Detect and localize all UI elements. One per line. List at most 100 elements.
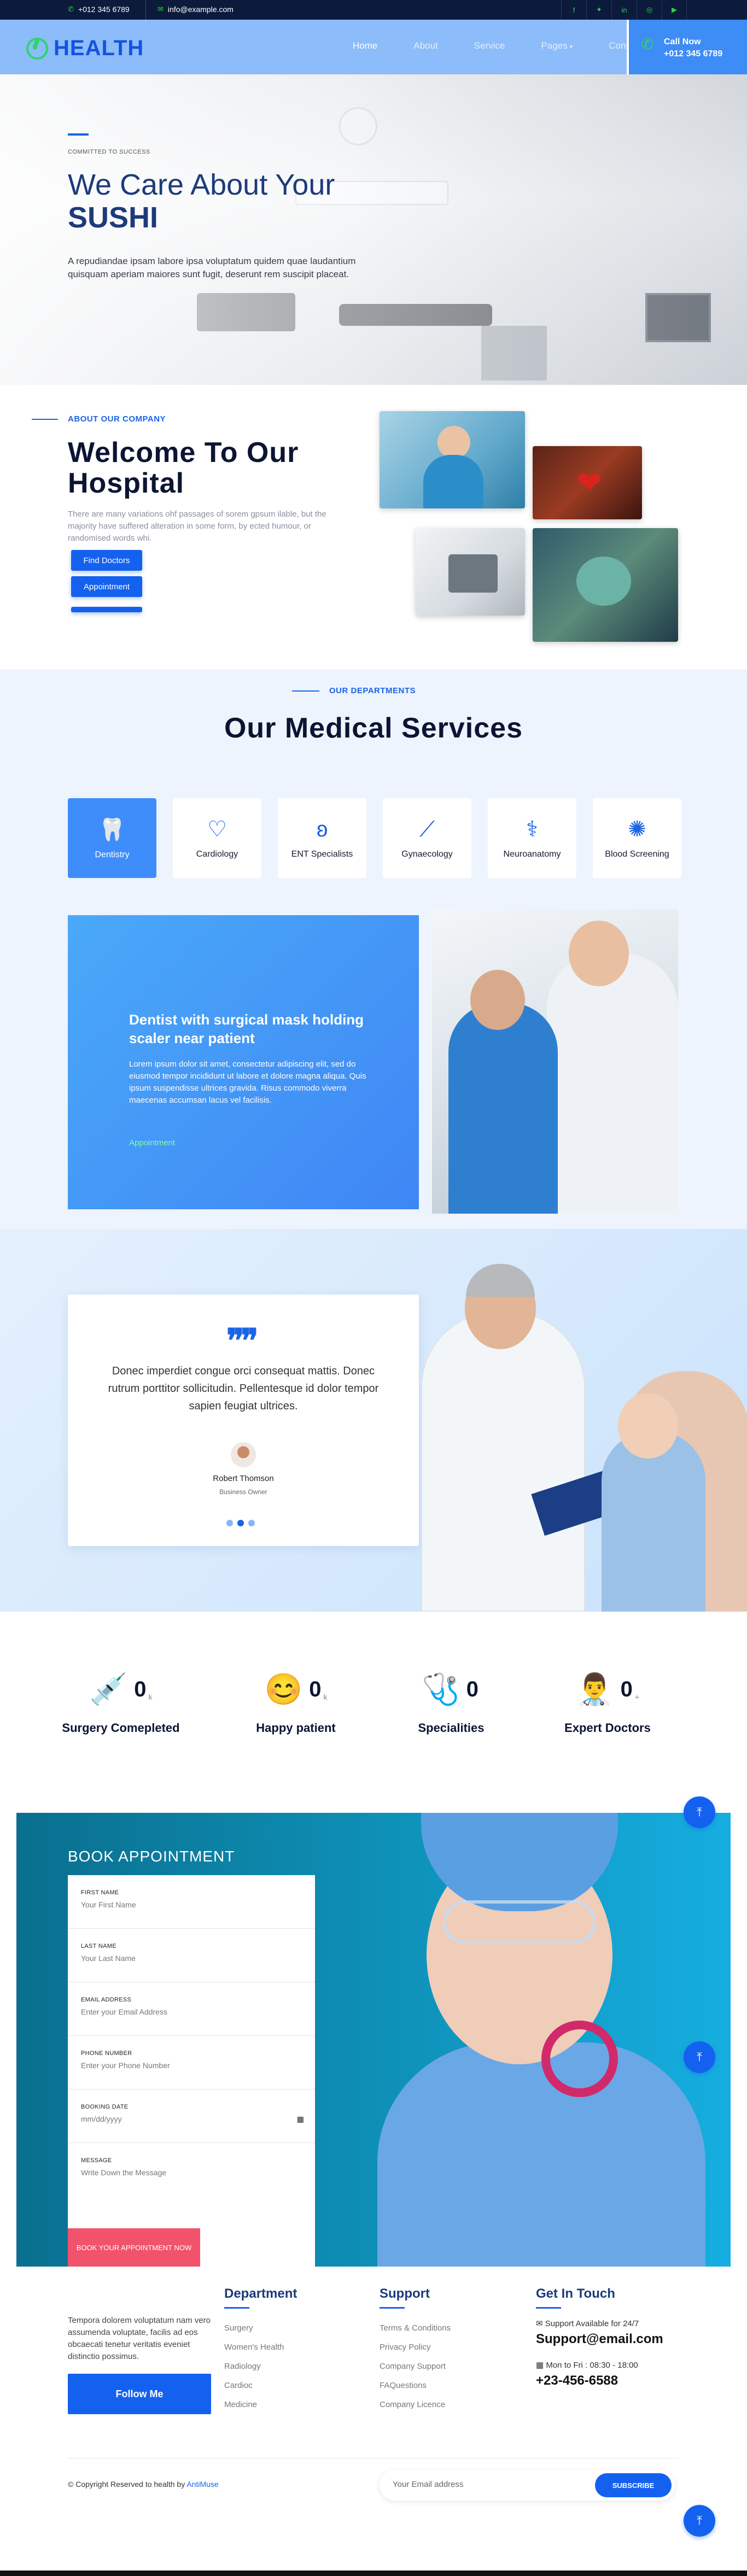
- email-input[interactable]: [81, 2007, 305, 2016]
- footer-link-womens-health[interactable]: Women's Health: [224, 2338, 297, 2357]
- footer-link-medicine[interactable]: Medicine: [224, 2395, 297, 2414]
- facebook-icon[interactable]: f: [561, 0, 586, 20]
- top-bar: ✆ +012 345 6789 ✉ info@example.com f ✦ i…: [0, 0, 747, 20]
- support-availability: ✉ Support Available for 24/7: [536, 2319, 639, 2328]
- hero-kicker: COMMITTED TO SUCCESS: [68, 149, 150, 155]
- instagram-icon[interactable]: ◎: [637, 0, 662, 20]
- doctor-family-photo: [416, 1251, 747, 1612]
- newsletter-form: SUBSCRIBE: [380, 2470, 675, 2501]
- button-shadow-bar: [71, 607, 142, 612]
- services-title: Our Medical Services: [224, 712, 523, 744]
- booking-date-field: BOOKING DATE ▦: [68, 2089, 315, 2143]
- booking-form: FIRST NAME LAST NAME EMAIL ADDRESS PHONE…: [68, 1875, 315, 2267]
- nav-pages[interactable]: Pages ▾: [541, 40, 573, 51]
- arrow-up-icon: ⤒: [697, 1805, 702, 1819]
- support-phone[interactable]: +23-456-6588: [536, 2373, 663, 2388]
- tab-neuroanatomy[interactable]: ⚕ Neuroanatomy: [488, 798, 576, 878]
- appointment-button[interactable]: Appointment: [71, 576, 142, 597]
- booking-date-input[interactable]: [81, 2115, 305, 2123]
- topbar-email[interactable]: ✉ info@example.com: [157, 5, 234, 14]
- service-detail-card: Dentist with surgical mask holding scale…: [68, 915, 419, 1209]
- footer-link-company-support[interactable]: Company Support: [380, 2357, 451, 2376]
- services-section: OUR DEPARTMENTS Our Medical Services 🦷 D…: [0, 669, 747, 1229]
- subscribe-button[interactable]: SUBSCRIBE: [595, 2473, 672, 2497]
- happy-face-icon: 😊: [264, 1672, 303, 1706]
- footer-link-faq[interactable]: FAQuestions: [380, 2376, 451, 2395]
- calendar-icon[interactable]: ▦: [297, 2115, 304, 2124]
- testimonial-name: Robert Thomson: [213, 1474, 274, 1483]
- phone-input[interactable]: [81, 2061, 305, 2070]
- booking-section: BOOK APPOINTMENT FIRST NAME LAST NAME EM…: [16, 1813, 731, 2267]
- scroll-top-button[interactable]: ⤒: [684, 1796, 715, 1828]
- youtube-icon[interactable]: ▶: [662, 0, 687, 20]
- nav-home[interactable]: Home: [353, 40, 377, 51]
- department-tabs: 🦷 Dentistry ♡ Cardiology ʚ ENT Specialis…: [68, 798, 681, 878]
- scroll-top-button[interactable]: ⤒: [684, 2505, 715, 2537]
- find-doctors-button[interactable]: Find Doctors: [71, 550, 142, 571]
- tab-blood-screening[interactable]: ✺ Blood Screening: [593, 798, 681, 878]
- footer-support-column: Support Terms & Conditions Privacy Polic…: [380, 2286, 451, 2414]
- counter-surgery: 💉 0 k Surgery Comepleted: [62, 1672, 180, 1735]
- last-name-input[interactable]: [81, 1954, 305, 1963]
- footer-link-terms[interactable]: Terms & Conditions: [380, 2319, 451, 2338]
- footer-link-surgery[interactable]: Surgery: [224, 2319, 297, 2338]
- email-field: EMAIL ADDRESS: [68, 1982, 315, 2036]
- carousel-dot-1[interactable]: [226, 1520, 233, 1526]
- nav-about[interactable]: About: [413, 40, 437, 51]
- footer-contact-column: Get In Touch ✉ Support Available for 24/…: [536, 2286, 663, 2388]
- virus-icon: ✺: [628, 817, 646, 841]
- footer: Tempora dolorem voluptatum nam vero assu…: [0, 2267, 747, 2576]
- follow-me-button[interactable]: Follow Me: [68, 2374, 211, 2414]
- service-appointment-link[interactable]: Appointment: [129, 1138, 175, 1148]
- twitter-icon[interactable]: ✦: [586, 0, 611, 20]
- testimonial-role: Business Owner: [219, 1488, 267, 1496]
- testimonial-quote: Donec imperdiet congue orci consequat ma…: [108, 1365, 379, 1412]
- stethoscope-icon: 🩺: [422, 1672, 460, 1706]
- services-kicker: OUR DEPARTMENTS: [329, 686, 416, 695]
- nav-service[interactable]: Service: [474, 40, 505, 51]
- doctor-icon: 👨‍⚕️: [575, 1672, 614, 1706]
- tab-cardiology[interactable]: ♡ Cardiology: [173, 798, 261, 878]
- envelope-icon: ✉: [536, 2319, 545, 2328]
- tab-gynaecology[interactable]: ⟋ Gynaecology: [383, 798, 471, 878]
- avatar: [231, 1442, 256, 1467]
- service-card-title: Dentist with surgical mask holding scale…: [129, 1011, 364, 1046]
- linkedin-icon[interactable]: in: [611, 0, 637, 20]
- about-text: There are many variations ohf passages o…: [68, 510, 326, 543]
- testimonial-card: ❞❞ Donec imperdiet congue orci consequat…: [68, 1295, 419, 1546]
- phone-icon: ✆: [641, 36, 654, 52]
- first-name-input[interactable]: [81, 1900, 305, 1909]
- hero-accent-bar: [68, 133, 89, 136]
- ear-icon: ʚ: [316, 817, 328, 841]
- tab-dentistry[interactable]: 🦷 Dentistry: [68, 798, 156, 878]
- lab-equipment-photo: [416, 528, 525, 616]
- carousel-dot-3[interactable]: [248, 1520, 255, 1526]
- carousel-dot-2[interactable]: [237, 1520, 244, 1526]
- topbar-phone[interactable]: ✆ +012 345 6789: [68, 5, 130, 14]
- counters-section: 💉 0 k Surgery Comepleted 😊 0 k Happy patient…: [0, 1612, 747, 1813]
- copyright-brand-link[interactable]: AntiMuse: [186, 2480, 218, 2489]
- call-now-box[interactable]: ✆ Call Now +012 345 6789: [627, 20, 747, 74]
- footer-link-radiology[interactable]: Radiology: [224, 2357, 297, 2376]
- tab-ent-specialists[interactable]: ʚ ENT Specialists: [278, 798, 366, 878]
- brand-logo[interactable]: HEALTH: [26, 36, 144, 61]
- kicker-line: [292, 690, 319, 692]
- nurse-photo: [355, 1813, 731, 2267]
- footer-link-licence[interactable]: Company Licence: [380, 2395, 451, 2414]
- syringe-icon: ⟋: [419, 817, 435, 841]
- heart-hands-photo: [533, 446, 642, 519]
- support-email[interactable]: Support@email.com: [536, 2332, 663, 2347]
- footer-link-cardioc[interactable]: Cardioc: [224, 2376, 297, 2395]
- scroll-top-button[interactable]: ⤒: [684, 2041, 715, 2073]
- newsletter-email-input[interactable]: [393, 2480, 579, 2489]
- message-input[interactable]: [81, 2168, 305, 2185]
- lungs-icon: ⚕: [526, 817, 538, 841]
- counter-happy-patient: 😊 0 k Happy patient: [256, 1672, 336, 1735]
- quote-icon: ❞❞: [226, 1322, 259, 1360]
- book-appointment-button[interactable]: BOOK YOUR APPOINTMENT NOW: [68, 2228, 200, 2267]
- last-name-field: LAST NAME: [68, 1929, 315, 1982]
- office-hours: ▦ Mon to Fri : 08:30 - 18:00: [536, 2361, 638, 2370]
- surgeons-photo: [533, 528, 678, 642]
- booking-title: BOOK APPOINTMENT: [68, 1848, 235, 1865]
- footer-link-privacy[interactable]: Privacy Policy: [380, 2338, 451, 2357]
